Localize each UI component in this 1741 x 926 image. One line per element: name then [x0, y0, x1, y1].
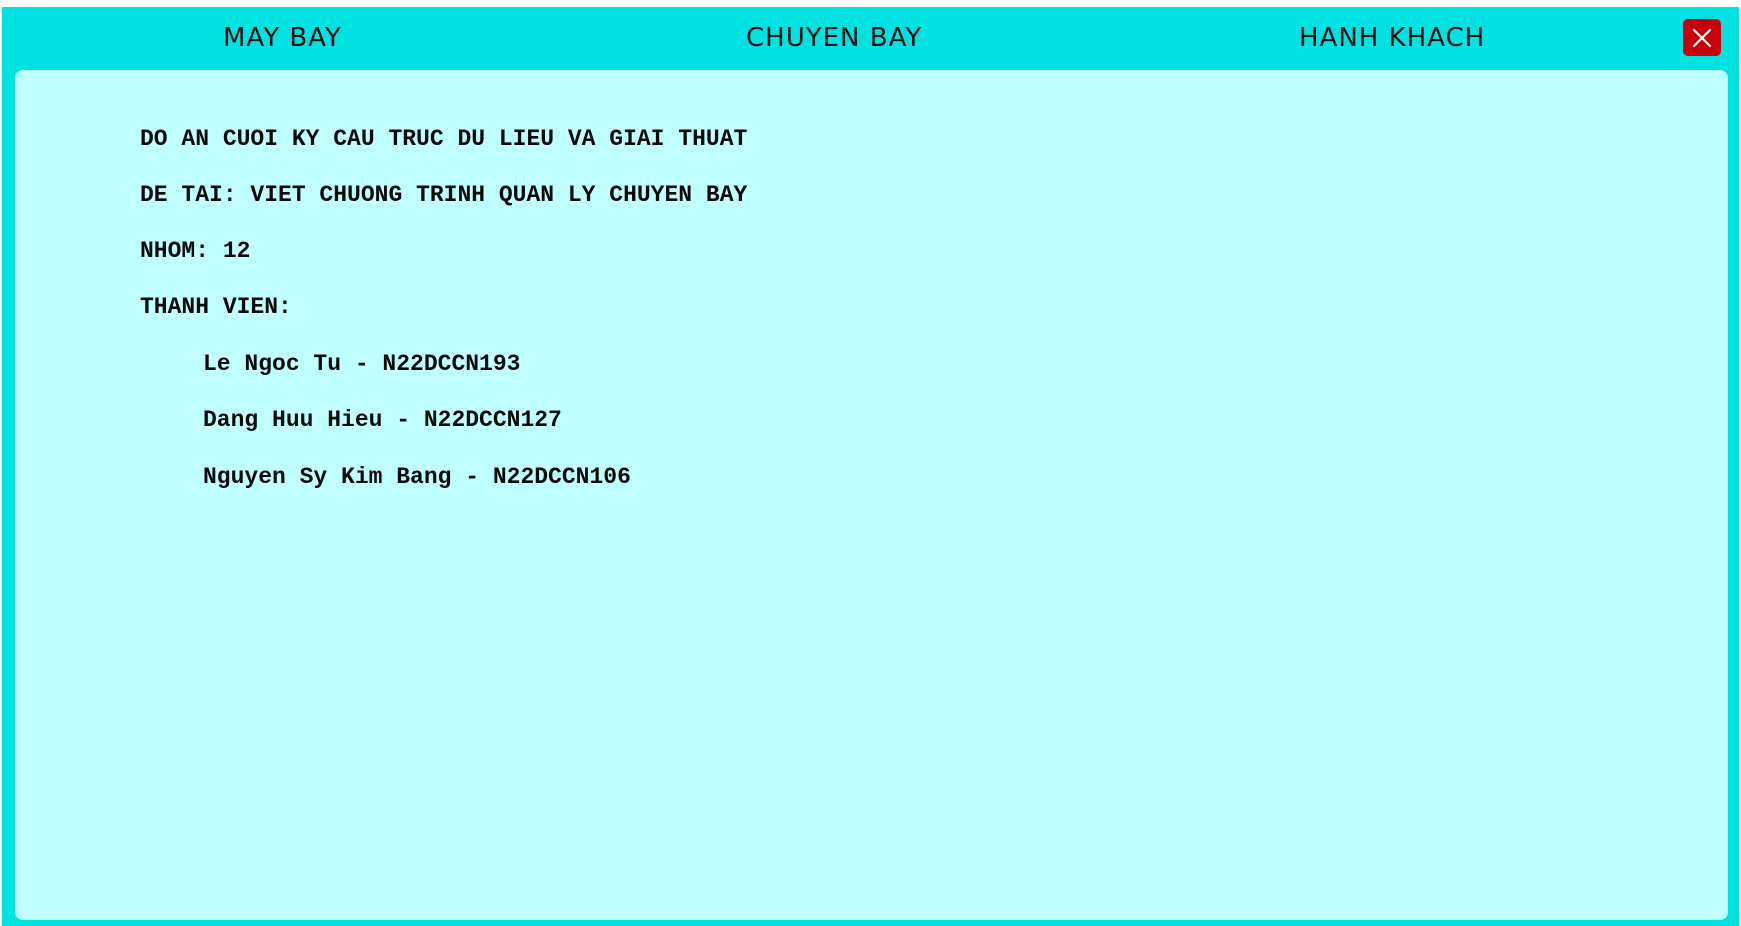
member-item: Nguyen Sy Kim Bang - N22DCCN106: [203, 464, 631, 490]
topic-text: DE TAI: VIET CHUONG TRINH QUAN LY CHUYEN…: [140, 182, 748, 208]
content-panel: DO AN CUOI KY CAU TRUC DU LIEU VA GIAI T…: [15, 70, 1728, 920]
group-text: NHOM: 12: [140, 238, 251, 264]
app-window: MAY BAY CHUYEN BAY HANH KHACH DO AN CUOI…: [2, 7, 1739, 926]
top-nav-bar: MAY BAY CHUYEN BAY HANH KHACH: [2, 7, 1739, 69]
tab-chuyen-bay[interactable]: CHUYEN BAY: [746, 23, 922, 53]
tab-hanh-khach[interactable]: HANH KHACH: [1299, 23, 1485, 53]
member-item: Le Ngoc Tu - N22DCCN193: [203, 351, 521, 377]
tab-may-bay[interactable]: MAY BAY: [223, 23, 342, 53]
member-item: Dang Huu Hieu - N22DCCN127: [203, 407, 562, 433]
close-button[interactable]: [1683, 19, 1721, 56]
course-title: DO AN CUOI KY CAU TRUC DU LIEU VA GIAI T…: [140, 126, 748, 152]
close-icon: [1692, 28, 1712, 48]
members-heading: THANH VIEN:: [140, 294, 292, 320]
